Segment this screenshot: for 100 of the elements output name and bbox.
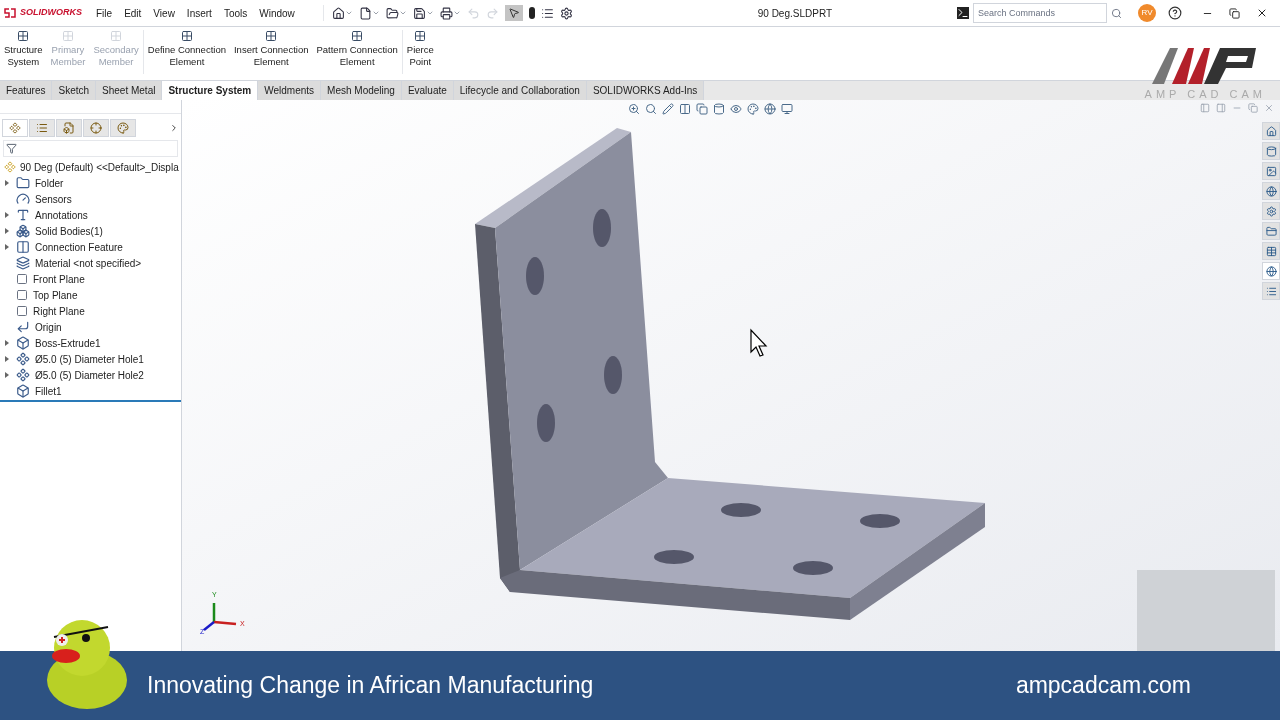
toolbar-button[interactable] [439,6,461,20]
tree-item[interactable]: Material <not specified> [0,255,181,271]
zoom-icon[interactable] [628,103,640,115]
chevron-icon[interactable] [169,123,179,133]
ribbon-button[interactable]: Define Connection Element [143,30,230,68]
tree-item[interactable]: Fillet1 [0,383,181,399]
search-field[interactable]: Search Commands [973,3,1107,23]
tree-item[interactable]: Right Plane [0,303,181,319]
manager-tab[interactable] [2,119,28,137]
columns-icon[interactable] [679,103,691,115]
axis-triad-drawing [203,603,237,631]
menu-item[interactable]: View [147,5,181,21]
toolbar-button[interactable] [358,6,380,20]
monitor-icon[interactable] [781,103,793,115]
traffic-light-button[interactable] [528,7,535,19]
toolbar-button[interactable] [412,6,434,20]
caret-icon [452,9,461,17]
toolbar-button[interactable] [331,6,353,20]
eye-icon[interactable] [730,103,742,115]
crosshair-icon [90,122,102,134]
list-icon[interactable] [540,6,554,20]
ribbon-tab[interactable]: Sketch [52,81,97,100]
palette-icon[interactable] [747,103,759,115]
ribbon-tab[interactable]: Mesh Modeling [321,81,402,100]
menu-item[interactable]: File [90,5,119,21]
task-pane-tab[interactable] [1262,222,1280,240]
ribbon-tab[interactable]: Evaluate [401,81,454,100]
task-pane-tab[interactable] [1262,242,1280,260]
printer-icon [439,6,453,20]
tree-item[interactable]: Connection Feature [0,239,181,255]
menu-item[interactable]: Edit [118,5,148,21]
ribbon-button[interactable]: Insert Connection Element [230,30,313,68]
cube-icon [16,384,30,398]
caret-icon [371,9,380,17]
close-icon[interactable] [1256,7,1268,19]
search-icon[interactable] [645,103,657,115]
save-icon [412,6,426,20]
ribbon-tab[interactable]: Weldments [258,81,322,100]
ribbon-tab[interactable]: Sheet Metal [96,81,163,100]
list-icon [1265,285,1277,297]
toolbar-button[interactable] [385,6,407,20]
pointer-icon [507,7,520,19]
gear-icon [1265,205,1277,217]
task-pane-tab[interactable] [1262,142,1280,160]
grid-icon [351,30,364,42]
folder-icon [385,6,399,20]
tree-item[interactable]: Folder [0,175,181,191]
menu-item[interactable]: Window [253,5,301,21]
tree-item[interactable]: Annotations [0,207,181,223]
ribbon-tab[interactable]: Lifecycle and Collaboration [453,81,587,100]
cylinder-icon[interactable] [713,103,725,115]
gauge-icon [16,192,30,206]
caret-icon [344,9,353,17]
home-icon [331,6,345,20]
grid-icon [265,30,278,42]
search-icon[interactable] [1111,7,1122,19]
tree-item[interactable]: Sensors [0,191,181,207]
restore-icon[interactable] [1229,7,1240,19]
menu-item[interactable]: Tools [217,5,254,21]
manager-tab[interactable] [83,119,109,137]
part-icon [4,161,16,173]
tree-root[interactable]: 90 Deg (Default) <<Default>_Displa [20,159,179,175]
ribbon-tab[interactable]: SOLIDWORKS Add-Ins [586,81,705,100]
tree-item[interactable]: Boss-Extrude1 [0,335,181,351]
tree-item[interactable]: Front Plane [0,271,181,287]
manager-tab[interactable] [56,119,82,137]
settings-icon[interactable] [559,6,573,20]
caret-icon [425,9,434,17]
menu-item[interactable]: Insert [180,5,218,21]
task-pane-tab[interactable] [1262,162,1280,180]
filter-field[interactable] [3,140,178,157]
copy-icon[interactable] [696,103,708,115]
tree-item[interactable]: Solid Bodies(1) [0,223,181,239]
window-title: 90 Deg.SLDPRT [757,6,833,21]
task-pane-tab[interactable] [1262,202,1280,220]
hole-icon [16,368,30,382]
globe-icon[interactable] [764,103,776,115]
help-icon[interactable] [1168,6,1182,20]
task-pane-tab[interactable] [1262,122,1280,140]
task-pane-tab[interactable] [1262,262,1280,280]
plane-icon [16,273,28,285]
task-pane-tab[interactable] [1262,282,1280,300]
tree-item[interactable]: Top Plane [0,287,181,303]
caret-icon [398,9,407,17]
grid-icon [180,30,193,42]
manager-tab[interactable] [110,119,136,137]
select-button[interactable] [504,5,523,21]
ribbon-button[interactable]: Structure System [0,30,47,68]
logo-mark-icon [4,8,16,18]
tree-item[interactable]: Ø5.0 (5) Diameter Hole2 [0,367,181,383]
ribbon-tab[interactable]: Features [0,81,53,100]
manager-tab[interactable] [29,119,55,137]
task-pane-tab[interactable] [1262,182,1280,200]
ribbon-tab[interactable]: Structure System [162,81,259,100]
ribbon-button[interactable]: Pierce Point [402,30,438,68]
ribbon-button[interactable]: Pattern Connection Element [312,30,402,68]
table-icon [1265,245,1277,257]
pencil-icon[interactable] [662,103,674,115]
tree-item[interactable]: Origin [0,319,181,335]
tree-item[interactable]: Ø5.0 (5) Diameter Hole1 [0,351,181,367]
